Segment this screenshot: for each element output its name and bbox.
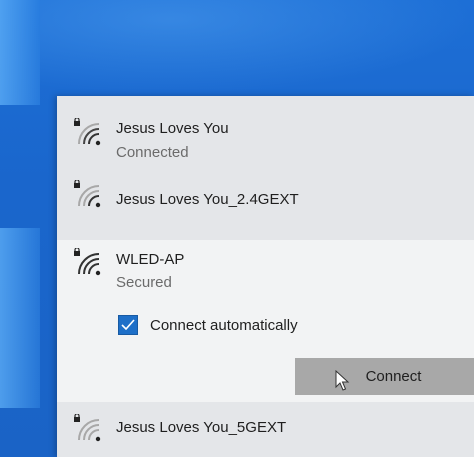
network-status: Secured [116,274,172,291]
wifi-lock-icon [74,180,101,208]
connect-automatically-option[interactable]: Connect automatically [118,314,298,336]
checkmark-icon [121,319,135,331]
wallpaper-logo-shard [0,0,40,105]
network-ssid: WLED-AP [116,251,185,268]
network-status: Connected [116,144,189,161]
connect-button-label: Connect [365,368,422,385]
network-item-jesus-loves-you-5gext[interactable]: Jesus Loves You_5GEXT [57,402,474,457]
network-ssid: Jesus Loves You [116,120,229,137]
mouse-pointer-icon [335,370,350,391]
connect-automatically-label: Connect automatically [150,316,298,334]
network-item-jesus-loves-you-2-4gext[interactable]: Jesus Loves You_2.4GEXT [57,180,474,238]
wifi-lock-icon [74,118,101,146]
wifi-network-flyout: Jesus Loves You Connected Jesus Loves Yo… [57,96,474,457]
wifi-lock-icon [74,248,101,276]
desktop: Jesus Loves You Connected Jesus Loves Yo… [0,0,474,457]
connect-automatically-checkbox[interactable] [118,315,138,335]
desktop-wallpaper-glow [40,0,474,95]
wifi-lock-icon [74,414,101,442]
network-ssid: Jesus Loves You_5GEXT [116,419,287,436]
wallpaper-logo-shard [0,228,40,408]
connect-button[interactable]: Connect [295,358,474,395]
network-ssid: Jesus Loves You_2.4GEXT [116,191,299,208]
network-item-jesus-loves-you[interactable]: Jesus Loves You Connected [57,96,474,180]
